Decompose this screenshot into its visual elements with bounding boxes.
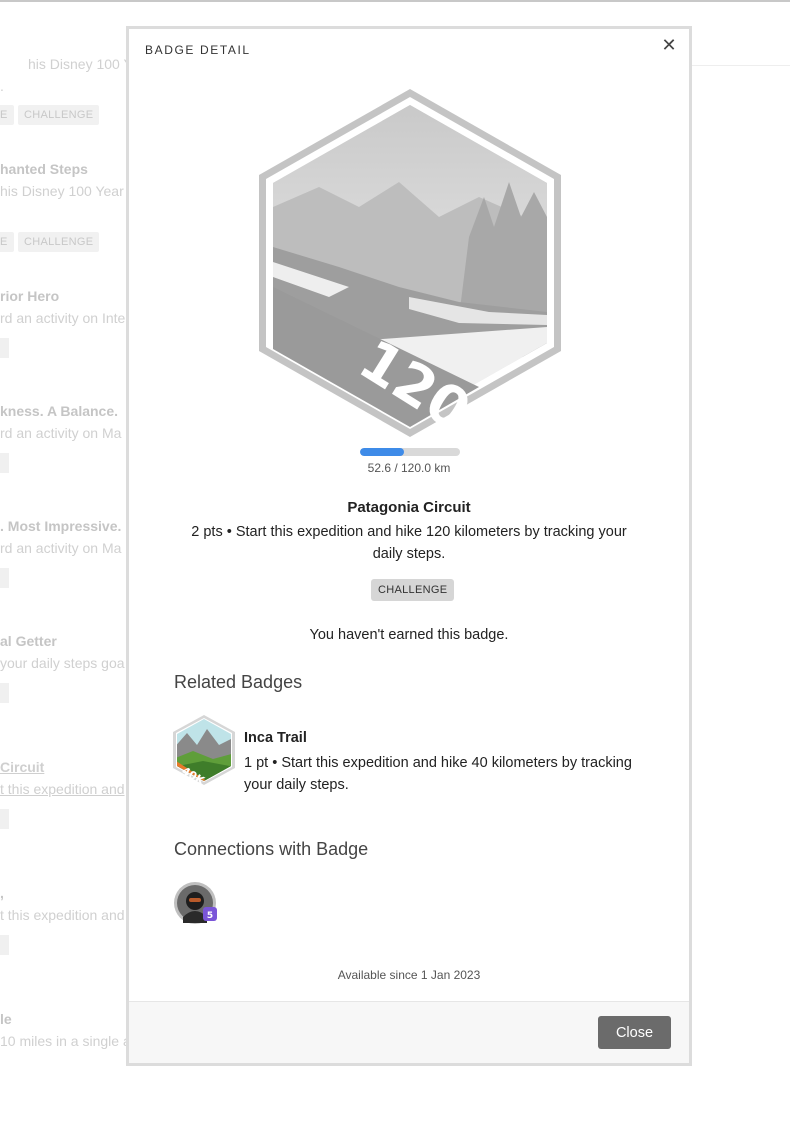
bg-tag-box: [0, 935, 9, 955]
bg-item-desc: his Disney 100 Year: [0, 183, 124, 199]
related-badge-image[interactable]: 40K: [173, 715, 235, 788]
connections-heading: Connections with Badge: [174, 839, 369, 859]
bg-item-title: al Getter: [0, 633, 57, 649]
bg-item-desc: rd an activity on Ma: [0, 425, 122, 441]
bg-item-desc: t this expedition and: [0, 907, 125, 923]
bg-tag-box: [0, 809, 9, 829]
modal-footer: Close: [129, 1001, 689, 1063]
bg-item-desc: his Disney 100 Year: [28, 56, 130, 72]
badge-image: 120K: [259, 87, 561, 469]
badge-description: 2 pts • Start this expedition and hike 1…: [191, 524, 627, 562]
modal-title: BADGE DETAIL: [145, 43, 251, 57]
badge-name: Patagonia Circuit: [347, 499, 471, 516]
bg-item-title: . Most Impressive.: [0, 518, 122, 534]
close-icon[interactable]: ✕: [659, 35, 679, 55]
badge-progress-bar: [360, 448, 460, 456]
bg-item-title: ,: [0, 885, 4, 901]
bg-tag-box: [0, 683, 9, 703]
bg-item-title: le: [0, 1011, 12, 1027]
related-badge-description: 1 pt • Start this expedition and hike 40…: [244, 755, 632, 793]
progress-fill: [360, 448, 404, 456]
bg-tag: CHALLENGE: [18, 232, 100, 252]
bg-tag-box: [0, 568, 9, 588]
bg-item-desc: 10 miles in a single a: [0, 1033, 130, 1049]
bg-item-desc: rd an activity on Inte: [0, 310, 126, 326]
available-since: Available since 1 Jan 2023: [337, 968, 481, 982]
connection-avatar[interactable]: 5: [173, 881, 219, 927]
challenge-tag: CHALLENGE: [371, 579, 455, 601]
bg-item-title-link: Circuit: [0, 759, 45, 775]
background-badge-list: his Disney 100 Year . E CHALLENGE hanted…: [0, 0, 130, 1126]
related-badge-name[interactable]: Inca Trail: [244, 730, 307, 746]
header-divider: [690, 65, 790, 66]
bg-tag: E: [0, 232, 14, 252]
bg-tag: E: [0, 105, 14, 125]
close-button[interactable]: Close: [598, 1016, 671, 1049]
bg-tag-box: [0, 453, 9, 473]
badge-detail-modal: BADGE DETAIL ✕ 120K 52.6 / 120.0 km Pata…: [126, 26, 692, 1066]
related-badges-heading: Related Badges: [174, 672, 303, 692]
bg-item-title: rior Hero: [0, 288, 60, 304]
badge-status: You haven't earned this badge.: [309, 627, 509, 643]
bg-item-desc: your daily steps goa: [0, 655, 125, 671]
patagonia-badge-svg: 120K: [259, 89, 561, 469]
avatar-level-badge: 5: [207, 911, 213, 921]
bg-tag-box: [0, 338, 9, 358]
bg-item-desc: rd an activity on Ma: [0, 540, 122, 556]
bg-item-title: kness. A Balance.: [0, 403, 119, 419]
bg-tag: CHALLENGE: [18, 105, 100, 125]
bg-item-desc-cont: .: [0, 78, 4, 94]
progress-text: 52.6 / 120.0 km: [367, 461, 451, 475]
bg-item-title: hanted Steps: [0, 161, 88, 177]
bg-item-desc: t this expedition and: [0, 781, 125, 797]
